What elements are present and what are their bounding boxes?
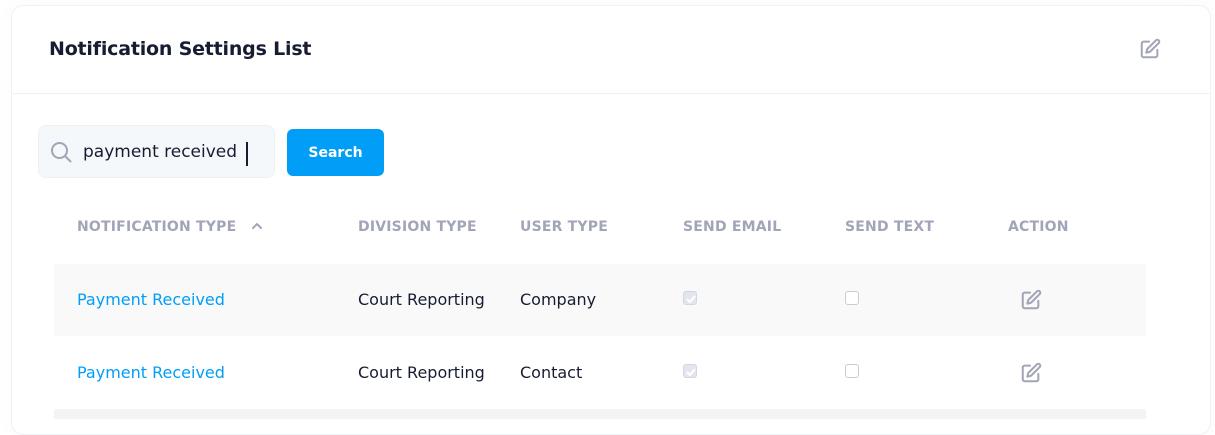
edit-icon[interactable] <box>1020 289 1042 311</box>
send-email-checkbox[interactable] <box>683 291 697 305</box>
column-header-send-email[interactable]: SEND EMAIL <box>683 219 781 235</box>
column-header-user-type[interactable]: USER TYPE <box>520 219 608 235</box>
text-cursor <box>246 142 248 166</box>
search-input[interactable] <box>83 138 263 166</box>
column-header-send-text[interactable]: SEND TEXT <box>845 219 934 235</box>
column-header-label: NOTIFICATION TYPE <box>77 219 237 235</box>
column-header-action: ACTION <box>1008 219 1069 235</box>
search-icon <box>49 140 73 164</box>
send-email-checkbox[interactable] <box>683 364 697 378</box>
search-field[interactable] <box>38 125 275 178</box>
send-text-checkbox[interactable] <box>845 364 859 378</box>
user-type-cell: Contact <box>520 363 583 382</box>
division-type-cell: Court Reporting <box>358 290 485 309</box>
user-type-cell: Company <box>520 290 597 309</box>
page-title: Notification Settings List <box>49 38 312 60</box>
chevron-up-icon <box>251 219 263 235</box>
notification-type-link[interactable]: Payment Received <box>77 290 225 309</box>
edit-icon[interactable] <box>1020 362 1042 384</box>
table-row: Payment Received Court Reporting Contact <box>54 337 1146 409</box>
column-header-division-type[interactable]: DIVISION TYPE <box>358 219 477 235</box>
table-row: Payment Received Court Reporting Company <box>54 264 1146 336</box>
notification-type-link[interactable]: Payment Received <box>77 363 225 382</box>
search-button[interactable]: Search <box>287 129 384 176</box>
table-row <box>54 409 1146 419</box>
card-header: Notification Settings List <box>12 6 1210 94</box>
division-type-cell: Court Reporting <box>358 363 485 382</box>
column-header-notification-type[interactable]: NOTIFICATION TYPE <box>77 219 263 235</box>
edit-icon[interactable] <box>1139 38 1161 60</box>
send-text-checkbox[interactable] <box>845 291 859 305</box>
